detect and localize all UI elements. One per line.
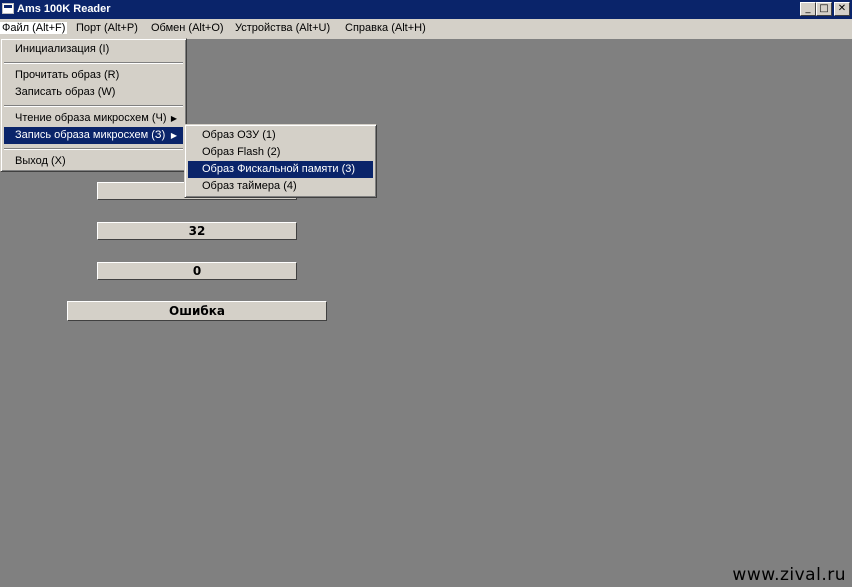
value-field-3: 0: [97, 262, 297, 280]
menu-item-label: Выход (X): [15, 155, 66, 167]
app-window-icon[interactable]: [2, 3, 14, 14]
menu-port[interactable]: Порт (Alt+P): [74, 22, 140, 34]
menu-item-read-chip-image[interactable]: Чтение образа микросхем (Ч) ▶: [4, 110, 183, 127]
menu-separator: [4, 148, 183, 150]
menu-item-label: Образ ОЗУ (1): [202, 129, 276, 141]
submenu-item-fiscal-memory-image[interactable]: Образ Фискальной памяти (3): [188, 161, 373, 178]
menu-item-label: Прочитать образ (R): [15, 69, 120, 81]
menu-item-label: Инициализация (I): [15, 43, 110, 55]
value-field-2: 32: [97, 222, 297, 240]
status-field: Ошибка: [67, 301, 327, 321]
menu-file[interactable]: Файл (Alt+F): [0, 22, 68, 34]
close-button[interactable]: ✕: [834, 2, 850, 16]
maximize-button[interactable]: □: [816, 2, 832, 16]
menu-item-label: Чтение образа микросхем (Ч): [15, 112, 167, 124]
submenu-arrow-icon: ▶: [170, 114, 177, 123]
menu-exchange[interactable]: Обмен (Alt+O): [149, 22, 226, 34]
menu-item-write-chip-image[interactable]: Запись образа микросхем (З) ▶: [4, 127, 183, 144]
submenu-item-flash-image[interactable]: Образ Flash (2): [188, 144, 373, 161]
submenu-item-timer-image[interactable]: Образ таймера (4): [188, 178, 373, 195]
menu-item-label: Записать образ (W): [15, 86, 116, 98]
menu-item-exit[interactable]: Выход (X): [4, 153, 183, 170]
menu-separator: [4, 105, 183, 107]
menu-item-label: Образ таймера (4): [202, 180, 297, 192]
menu-separator: [4, 62, 183, 64]
minimize-button[interactable]: _: [800, 2, 816, 16]
menu-item-label: Запись образа микросхем (З): [15, 129, 166, 141]
menu-bar: Файл (Alt+F) Порт (Alt+P) Обмен (Alt+O) …: [0, 19, 852, 39]
menu-item-label: Образ Фискальной памяти (3): [202, 163, 356, 175]
menu-item-write-image[interactable]: Записать образ (W): [4, 84, 183, 101]
submenu-item-ram-image[interactable]: Образ ОЗУ (1): [188, 127, 373, 144]
watermark-text: www.zival.ru: [732, 565, 846, 585]
submenu-arrow-icon: ▶: [170, 131, 177, 140]
write-chip-submenu: Образ ОЗУ (1) Образ Flash (2) Образ Фиск…: [184, 124, 377, 198]
file-menu: Инициализация (I) Прочитать образ (R) За…: [0, 38, 187, 172]
menu-item-label: Образ Flash (2): [202, 146, 281, 158]
menu-item-initialize[interactable]: Инициализация (I): [4, 41, 183, 58]
window-title: Ams 100K Reader: [17, 3, 111, 15]
menu-help[interactable]: Справка (Alt+H): [343, 22, 428, 34]
menu-devices[interactable]: Устройства (Alt+U): [233, 22, 332, 34]
title-bar: Ams 100K Reader _ □ ✕: [0, 0, 852, 19]
menu-item-read-image[interactable]: Прочитать образ (R): [4, 67, 183, 84]
